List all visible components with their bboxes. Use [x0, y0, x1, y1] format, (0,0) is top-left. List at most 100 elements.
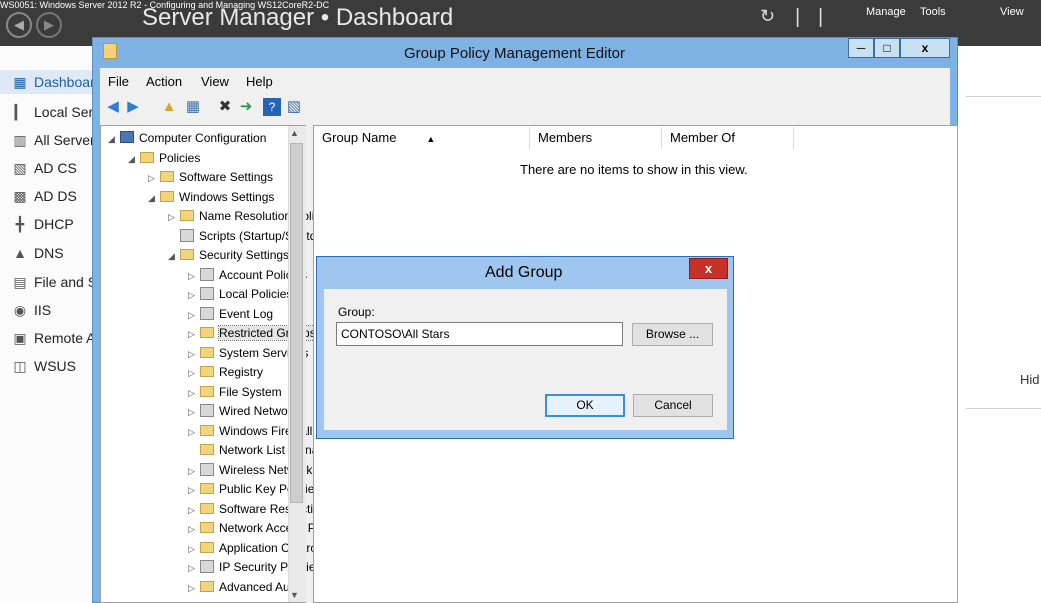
- collapsed-arrow-icon[interactable]: ▷: [188, 286, 200, 305]
- expanded-arrow-icon[interactable]: ◢: [148, 189, 160, 208]
- tree-node[interactable]: ◢ Windows Settings: [148, 188, 274, 207]
- delete-icon[interactable]: ✖: [216, 98, 234, 116]
- menu-file[interactable]: File: [108, 74, 129, 89]
- browse-button[interactable]: Browse ...: [632, 323, 713, 346]
- servers-icon: ▥: [13, 132, 27, 148]
- export-list-icon[interactable]: ➜: [237, 98, 255, 116]
- collapsed-arrow-icon[interactable]: ▷: [188, 384, 200, 403]
- expanded-arrow-icon[interactable]: ◢: [108, 130, 120, 149]
- refresh-icon[interactable]: ↻: [760, 6, 775, 27]
- collapsed-arrow-icon[interactable]: ▷: [188, 520, 200, 539]
- sidebar-item-local-server[interactable]: ▎Local Server: [0, 100, 92, 124]
- column-header-member-of[interactable]: Member Of: [662, 127, 794, 149]
- folder-icon: [200, 522, 214, 533]
- tree-node-label: Computer Configuration: [139, 131, 267, 145]
- collapsed-arrow-icon[interactable]: ▷: [188, 325, 200, 344]
- collapsed-arrow-icon[interactable]: ▷: [188, 345, 200, 364]
- scroll-down-icon[interactable]: ▼: [290, 590, 299, 600]
- wsus-icon: ◫: [13, 358, 27, 374]
- sidebar-item-dashboard[interactable]: ▦Dashboard: [0, 70, 92, 94]
- maximize-button[interactable]: □: [874, 38, 900, 58]
- tree-node[interactable]: ▷ File System: [188, 383, 282, 402]
- collapsed-arrow-icon[interactable]: ▷: [188, 579, 200, 598]
- collapsed-arrow-icon[interactable]: ▷: [168, 208, 180, 227]
- server-icon: ▎: [14, 104, 26, 120]
- sidebar-item-remote-access[interactable]: ▣Remote Access: [0, 326, 92, 350]
- tree-node[interactable]: ▷ Registry: [188, 363, 263, 382]
- secfolder-icon: [200, 386, 214, 397]
- sidebar-item-dns[interactable]: ▲ DNS: [0, 241, 92, 265]
- collapsed-arrow-icon[interactable]: ▷: [188, 559, 200, 578]
- doc-icon: [200, 287, 214, 300]
- column-header-group-name[interactable]: Group Name ▲: [314, 127, 530, 149]
- window-title: Group Policy Management Editor: [404, 45, 625, 62]
- tree-node[interactable]: ▷ Software Settings: [148, 168, 273, 187]
- minimize-button[interactable]: ─: [848, 38, 874, 58]
- collapsed-arrow-icon[interactable]: ▷: [148, 169, 160, 188]
- tree-node[interactable]: ▷ Event Log: [188, 305, 273, 324]
- tree-node-label: File System: [219, 385, 282, 399]
- collapsed-arrow-icon[interactable]: ▷: [188, 423, 200, 442]
- scroll-up-icon[interactable]: ▲: [290, 128, 299, 138]
- sidebar-item-wsus[interactable]: ◫ WSUS: [0, 354, 92, 378]
- expanded-arrow-icon[interactable]: ◢: [128, 150, 140, 169]
- collapsed-arrow-icon[interactable]: ▷: [188, 462, 200, 481]
- folder-icon: [140, 152, 154, 163]
- forward-icon[interactable]: ▶: [36, 12, 62, 38]
- close-button[interactable]: x: [900, 38, 950, 58]
- up-folder-icon[interactable]: ▲: [160, 98, 178, 116]
- tree-node[interactable]: ▷ Wired Network: [188, 402, 298, 421]
- sidebar-item-iis[interactable]: ◉ IIS: [0, 298, 92, 322]
- collapsed-arrow-icon[interactable]: ▷: [188, 403, 200, 422]
- collapsed-arrow-icon[interactable]: ▷: [188, 306, 200, 325]
- tree-node[interactable]: ◢ Computer Configuration: [108, 129, 266, 148]
- dhcp-icon: ╋: [15, 216, 25, 232]
- menu-view[interactable]: View: [201, 74, 229, 89]
- tree-node[interactable]: ▷ Advanced Audit: [188, 578, 302, 597]
- sidebar-item-file-storage[interactable]: ▤File and Storage Services: [0, 270, 92, 294]
- expanded-arrow-icon[interactable]: ◢: [168, 247, 180, 266]
- forward-arrow-icon[interactable]: ▶: [124, 98, 142, 116]
- menu-view[interactable]: View: [1000, 6, 1024, 18]
- menu-action[interactable]: Action: [146, 74, 182, 89]
- separator: |: [795, 6, 801, 28]
- group-label: Group:: [338, 305, 375, 319]
- tree-node-label: Local Policies: [219, 287, 293, 301]
- tree-node[interactable]: ▷ Local Policies: [188, 285, 292, 304]
- menu-manage[interactable]: Manage: [866, 6, 906, 18]
- back-icon[interactable]: ◀: [6, 12, 32, 38]
- doc-icon: [200, 268, 214, 281]
- doc-icon: [200, 307, 214, 320]
- hide-link[interactable]: Hid: [1020, 372, 1040, 387]
- collapsed-arrow-icon[interactable]: ▷: [188, 267, 200, 286]
- tree-node[interactable]: ◢ Policies: [128, 149, 200, 168]
- gpme-app-icon: [103, 43, 117, 59]
- show-hide-tree-icon[interactable]: ▦: [184, 98, 202, 116]
- collapsed-arrow-icon[interactable]: ▷: [188, 540, 200, 559]
- doc-icon: [200, 463, 214, 476]
- sidebar-item-ad-cs[interactable]: ▧ AD CS: [0, 156, 92, 180]
- sidebar-item-ad-ds[interactable]: ▩ AD DS: [0, 184, 92, 208]
- collapsed-arrow-icon[interactable]: ▷: [188, 501, 200, 520]
- properties-icon[interactable]: ▧: [285, 98, 303, 116]
- sidebar-item-dhcp[interactable]: ╋ DHCP: [0, 212, 92, 236]
- scrollbar-thumb[interactable]: [290, 143, 303, 503]
- sidebar-item-all-servers[interactable]: ▥All Servers: [0, 128, 92, 152]
- collapsed-arrow-icon[interactable]: ▷: [188, 364, 200, 383]
- column-header-members[interactable]: Members: [530, 127, 662, 149]
- cancel-button[interactable]: Cancel: [633, 394, 713, 417]
- back-arrow-icon[interactable]: ◀: [104, 98, 122, 116]
- ok-button[interactable]: OK: [545, 394, 625, 417]
- dialog-close-button[interactable]: x: [689, 258, 728, 279]
- menu-help[interactable]: Help: [246, 74, 273, 89]
- folder-icon: [160, 171, 174, 182]
- tree-node[interactable]: ◢ Security Settings: [168, 246, 289, 265]
- flag-icon[interactable]: |: [818, 6, 823, 29]
- collapsed-arrow-icon[interactable]: ▷: [188, 481, 200, 500]
- tree-node-label: IP Security Policies: [219, 560, 322, 574]
- adcs-icon: ▧: [13, 160, 27, 176]
- help-icon[interactable]: ?: [263, 98, 281, 116]
- menu-tools[interactable]: Tools: [920, 6, 946, 18]
- tree-node-label: Windows Settings: [179, 190, 275, 204]
- group-name-input[interactable]: [336, 322, 623, 346]
